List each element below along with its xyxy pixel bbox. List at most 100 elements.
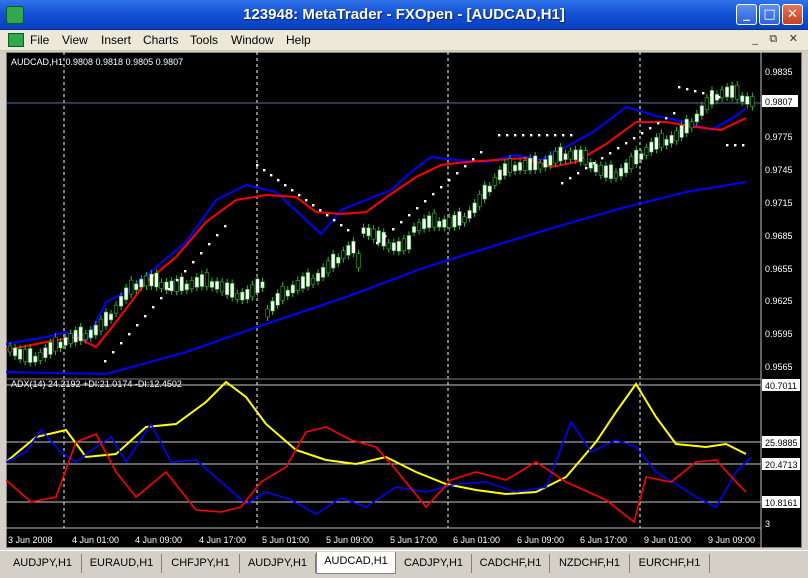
candle-body bbox=[593, 163, 598, 173]
mdi-window-controls[interactable]: _ ⧉ ✕ bbox=[752, 32, 802, 46]
candle-body bbox=[740, 95, 745, 103]
candle-body bbox=[583, 150, 588, 166]
minimize-button[interactable]: _ bbox=[736, 4, 757, 25]
candle-body bbox=[33, 355, 38, 363]
candle-body bbox=[396, 241, 401, 252]
menu-view[interactable]: View bbox=[62, 33, 88, 47]
candle-body bbox=[750, 96, 755, 107]
candle-body bbox=[18, 348, 23, 360]
tab-cadjpy-h1[interactable]: CADJPY,H1 bbox=[396, 554, 472, 573]
candle-body bbox=[93, 324, 98, 336]
tab-euraud-h1[interactable]: EURAUD,H1 bbox=[82, 554, 162, 573]
candle-body bbox=[376, 230, 381, 244]
candle-body bbox=[119, 295, 124, 307]
sar-dot bbox=[160, 297, 163, 300]
price-header: AUDCAD,H1 0.9808 0.9818 0.9805 0.9807 bbox=[11, 57, 183, 67]
title-bar[interactable]: 123948: MetaTrader - FXOpen - [AUDCAD,H1… bbox=[0, 0, 808, 30]
long-moving-average-line bbox=[6, 181, 747, 376]
candle-body bbox=[724, 86, 730, 98]
candle-body bbox=[366, 227, 371, 237]
candle-body bbox=[401, 238, 407, 252]
candle-body bbox=[250, 284, 255, 298]
sar-dot bbox=[522, 134, 525, 137]
candle-body bbox=[522, 160, 528, 171]
candle-body bbox=[356, 253, 361, 268]
sar-dot bbox=[400, 221, 403, 224]
candle-body bbox=[220, 281, 225, 293]
candle-body bbox=[416, 222, 422, 231]
sar-dot bbox=[546, 134, 549, 137]
tab-nzdchf-h1[interactable]: NZDCHF,H1 bbox=[550, 554, 630, 573]
menu-tools[interactable]: Tools bbox=[190, 33, 218, 47]
adx-tick: 40.7011 bbox=[765, 381, 797, 391]
candle-body bbox=[113, 304, 119, 314]
sar-dot bbox=[277, 179, 280, 182]
maximize-button[interactable]: □ bbox=[759, 4, 780, 25]
candle-body bbox=[462, 216, 467, 224]
application-window: 123948: MetaTrader - FXOpen - [AUDCAD,H1… bbox=[0, 0, 808, 578]
sar-dot bbox=[333, 219, 336, 222]
candle-body bbox=[78, 326, 83, 342]
candle-body bbox=[487, 185, 492, 193]
sar-dot bbox=[561, 182, 564, 185]
menu-window[interactable]: Window bbox=[231, 33, 274, 47]
candle-body bbox=[406, 235, 412, 250]
chart-canvas[interactable]: AUDCAD,H1 0.9808 0.9818 0.9805 0.9807 AD… bbox=[6, 52, 802, 548]
candle-body bbox=[608, 164, 614, 179]
tab-cadchf-h1[interactable]: CADCHF,H1 bbox=[472, 554, 550, 573]
candle-body bbox=[38, 352, 43, 361]
candle-body bbox=[28, 348, 33, 363]
menu-file[interactable]: File bbox=[30, 33, 49, 47]
candle-body bbox=[381, 231, 386, 247]
candle-body bbox=[310, 277, 316, 285]
candle-body bbox=[669, 135, 674, 144]
candle-body bbox=[285, 289, 290, 297]
sar-dot bbox=[291, 189, 294, 192]
tab-audjpy-h1-2[interactable]: AUDJPY,H1 bbox=[240, 554, 316, 573]
candle-body bbox=[699, 105, 704, 116]
candle-body bbox=[260, 281, 265, 289]
candle-body bbox=[442, 219, 447, 228]
candle-body bbox=[12, 347, 18, 357]
candle-body bbox=[507, 158, 513, 174]
candle-body bbox=[305, 272, 311, 287]
candle-body bbox=[553, 150, 558, 164]
candle-body bbox=[411, 226, 417, 233]
close-button[interactable]: ✕ bbox=[782, 4, 803, 25]
adx-tick: 25.9885 bbox=[765, 438, 798, 448]
tab-chfjpy-h1[interactable]: CHFJPY,H1 bbox=[162, 554, 240, 573]
time-tick: 4 Jun 17:00 bbox=[199, 535, 246, 545]
candle-body bbox=[240, 291, 245, 301]
candle-body bbox=[351, 240, 356, 254]
sar-dot bbox=[570, 134, 573, 137]
candle-body bbox=[189, 280, 194, 289]
candle-body bbox=[53, 336, 58, 352]
tab-audjpy-h1[interactable]: AUDJPY,H1 bbox=[4, 554, 82, 573]
menu-charts[interactable]: Charts bbox=[143, 33, 178, 47]
time-tick: 9 Jun 09:00 bbox=[708, 535, 755, 545]
menu-insert[interactable]: Insert bbox=[101, 33, 131, 47]
sar-dot bbox=[208, 243, 211, 246]
chart-window-icon[interactable] bbox=[8, 33, 24, 47]
candle-body bbox=[558, 146, 563, 162]
candle-body bbox=[159, 282, 164, 289]
sar-dot bbox=[216, 234, 219, 237]
time-tick: 3 Jun 2008 bbox=[8, 535, 53, 545]
candle-body bbox=[735, 84, 740, 100]
sar-dot bbox=[408, 214, 411, 217]
adx-tick: 10.8161 bbox=[765, 498, 798, 508]
tab-audcad-h1[interactable]: AUDCAD,H1 bbox=[316, 552, 396, 574]
adx-axis-labels: 40.7011 25.9885 20.4713 10.8161 3 bbox=[762, 379, 800, 529]
adx-header: ADX(14) 24.2192 +DI:21.0174 -DI:12.4502 bbox=[11, 379, 182, 389]
sar-dot bbox=[224, 225, 227, 228]
sar-dot bbox=[585, 167, 588, 170]
candle-body bbox=[745, 96, 750, 105]
tab-eurchf-h1[interactable]: EURCHF,H1 bbox=[630, 554, 710, 573]
sar-dot bbox=[665, 117, 668, 120]
candle-body bbox=[346, 245, 351, 256]
candle-body bbox=[603, 165, 608, 178]
sar-dot bbox=[263, 169, 266, 172]
candle-body bbox=[432, 212, 437, 228]
menu-help[interactable]: Help bbox=[286, 33, 311, 47]
sar-dot bbox=[633, 137, 636, 140]
